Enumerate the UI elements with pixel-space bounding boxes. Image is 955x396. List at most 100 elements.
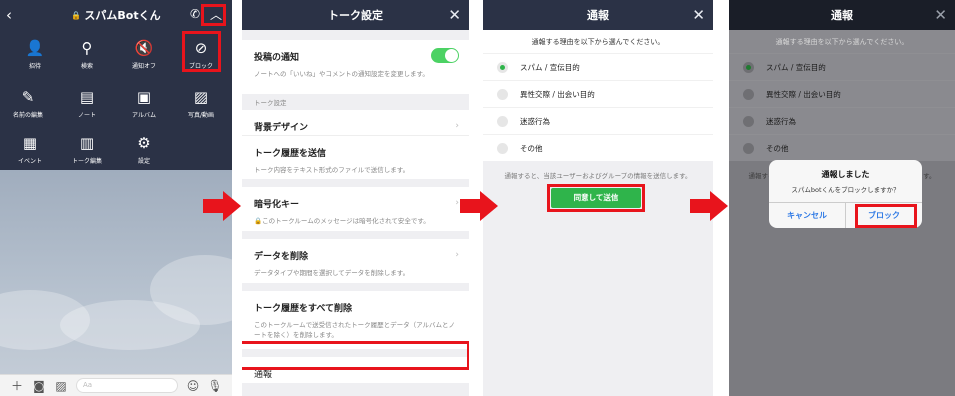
lock-icon: 🔒: [254, 217, 263, 225]
arrow-right-icon: [690, 191, 728, 221]
menu-event-label: イベント: [17, 158, 42, 165]
menu-album-label: アルバム: [132, 112, 156, 119]
report-panel: 通報 ✕ 通報する理由を以下から選んでください。 スパム / 宣伝目的 異性交際…: [483, 0, 713, 396]
report-title: 通報: [831, 9, 853, 22]
encryption-key-label: 暗号化キー: [254, 200, 300, 210]
menu-search-label: 検索: [80, 63, 93, 70]
dialog-title: 通報しました: [821, 170, 870, 179]
delete-data-label: データを削除: [254, 252, 309, 262]
post-notify-desc: ノートへの「いいね」やコメントの通知設定を変更します。: [254, 70, 429, 78]
radio-selected-icon: [497, 61, 508, 73]
send-history-label: トーク履歴を送信: [254, 149, 327, 159]
report-complete-panel: 通報 ✕ 通報する理由を以下から選んでください。 スパム / 宣伝目的 異性交際…: [729, 0, 955, 396]
report-note: 通報すると、当該ユーザーおよびグループの情報を送信します。: [504, 172, 692, 180]
reason-list: 通報する理由を以下から選んでください。 スパム / 宣伝目的 異性交際 / 出会…: [483, 30, 713, 161]
encryption-key-row[interactable]: 暗号化キー › 🔒このトークルームのメッセージは暗号化されて安全です。: [242, 187, 469, 231]
radio-icon: [497, 88, 508, 100]
menu-album[interactable]: ▣ アルバム: [119, 87, 169, 119]
menu-mute[interactable]: 🔇 通知オフ: [119, 38, 169, 70]
cancel-button[interactable]: キャンセル: [769, 203, 845, 228]
menu-chat-edit-label: トーク編集: [71, 158, 102, 165]
close-icon[interactable]: ✕: [692, 6, 705, 24]
radio-icon: [743, 88, 754, 100]
reason-option-label: その他: [766, 143, 789, 153]
reason-option-dating[interactable]: 異性交際 / 出会い目的: [483, 80, 713, 107]
microphone-icon[interactable]: 🎙: [204, 379, 226, 393]
chevron-right-icon: ›: [455, 121, 459, 131]
image-icon[interactable]: ▨: [50, 379, 72, 393]
chat-screen-panel: ‹ 🔒 スパムBotくん ✆ ︿ 👤 招待 ⚲ 検索 🔇 通知オフ ⊘ ブロック: [0, 0, 232, 396]
close-icon: ✕: [934, 6, 947, 24]
chat-edit-icon: ▥: [79, 134, 95, 152]
highlight-menu-toggle: [201, 4, 226, 26]
menu-invite[interactable]: 👤 招待: [10, 38, 60, 70]
menu-photo-video[interactable]: ▨ 写真/動画: [176, 87, 226, 119]
radio-icon: [743, 115, 754, 127]
background-design-label: 背景デザイン: [254, 123, 309, 133]
highlight-block-confirm: [855, 204, 917, 228]
chat-title: スパムBotくん: [84, 9, 161, 22]
chat-settings-panel: トーク設定 ✕ 投稿の通知 ノートへの「いいね」やコメントの通知設定を変更します…: [242, 0, 469, 396]
post-notify-row: 投稿の通知 ノートへの「いいね」やコメントの通知設定を変更します。: [242, 40, 469, 94]
note-icon: ▤: [79, 88, 95, 106]
reason-option-label: 異性交際 / 出会い目的: [520, 89, 595, 99]
reason-option-label: 迷惑行為: [766, 116, 796, 126]
phone-icon[interactable]: ✆: [190, 7, 200, 21]
delete-all-history-desc-line2: ートを除く）を削除します。: [254, 330, 338, 339]
radio-selected-icon: [743, 61, 754, 73]
message-compose-bar: ＋ ◙ ▨ Aa ☺ 🎙: [0, 374, 232, 396]
radio-icon: [497, 115, 508, 127]
send-history-row[interactable]: トーク履歴を送信 トーク内容をテキスト形式のファイルで送信します。: [242, 136, 469, 179]
emoji-icon[interactable]: ☺: [182, 379, 204, 393]
send-history-desc: トーク内容をテキスト形式のファイルで送信します。: [254, 166, 410, 174]
plus-icon[interactable]: ＋: [6, 377, 28, 394]
event-icon: ▦: [22, 134, 38, 152]
delete-data-row[interactable]: データを削除 › データタイプや期間を選択してデータを削除します。: [242, 239, 469, 283]
chevron-right-icon: ›: [455, 250, 459, 260]
menu-chat-edit[interactable]: ▥ トーク編集: [62, 133, 112, 165]
search-icon: ⚲: [81, 39, 93, 57]
edit-name-icon: ✎: [21, 88, 35, 106]
reason-option-label: 異性交際 / 出会い目的: [766, 89, 841, 99]
menu-note[interactable]: ▤ ノート: [62, 87, 112, 119]
radio-icon: [743, 142, 754, 154]
menu-photo-video-label: 写真/動画: [187, 112, 215, 119]
reason-list-dimmed: 通報する理由を以下から選んでください。 スパム / 宣伝目的 異性交際 / 出会…: [729, 30, 955, 161]
menu-mute-label: 通知オフ: [131, 63, 156, 70]
camera-icon[interactable]: ◙: [28, 379, 50, 393]
menu-edit-name[interactable]: ✎ 名前の編集: [3, 87, 53, 119]
background-design-row[interactable]: 背景デザイン ›: [242, 110, 469, 136]
menu-note-label: ノート: [77, 112, 96, 119]
arrow-right-icon: [203, 191, 241, 221]
mute-icon: 🔇: [134, 39, 154, 57]
menu-edit-name-label: 名前の編集: [12, 112, 43, 119]
arrow-right-icon: [460, 191, 498, 221]
radio-icon: [497, 142, 508, 154]
report-title: 通報: [587, 9, 609, 22]
reason-option-spam: スパム / 宣伝目的: [729, 53, 955, 80]
settings-title: トーク設定: [328, 9, 383, 22]
encryption-key-desc: 🔒このトークルームのメッセージは暗号化されて安全です。: [254, 210, 457, 227]
highlight-block-button: [182, 31, 221, 72]
reason-heading: 通報する理由を以下から選んでください。: [775, 38, 909, 46]
delete-all-history-desc: このトークルームで送受信されたトーク履歴とデータ（アルバムとノ ートを除く）を削…: [254, 314, 457, 341]
highlight-report-row: [242, 341, 469, 370]
post-notify-toggle[interactable]: [431, 48, 459, 63]
menu-event[interactable]: ▦ イベント: [5, 133, 55, 165]
menu-settings-label: 設定: [137, 158, 150, 165]
reason-option-label: その他: [520, 143, 543, 153]
close-icon[interactable]: ✕: [448, 6, 461, 24]
chevron-right-icon: ›: [455, 198, 459, 208]
reason-option-label: スパム / 宣伝目的: [766, 62, 826, 72]
message-input[interactable]: Aa: [76, 378, 178, 393]
reason-option-other[interactable]: その他: [483, 134, 713, 161]
back-icon[interactable]: ‹: [6, 6, 12, 24]
menu-search[interactable]: ⚲ 検索: [62, 38, 112, 70]
chat-header: ‹ 🔒 スパムBotくん ✆ ︿: [0, 0, 232, 30]
delete-data-desc: データタイプや期間を選択してデータを削除します。: [254, 269, 410, 277]
reason-option-nuisance[interactable]: 迷惑行為: [483, 107, 713, 134]
reason-option-spam[interactable]: スパム / 宣伝目的: [483, 53, 713, 80]
highlight-submit-button: [547, 184, 645, 212]
report-header: 通報 ✕: [483, 0, 713, 30]
menu-settings[interactable]: ⚙ 設定: [119, 133, 169, 165]
